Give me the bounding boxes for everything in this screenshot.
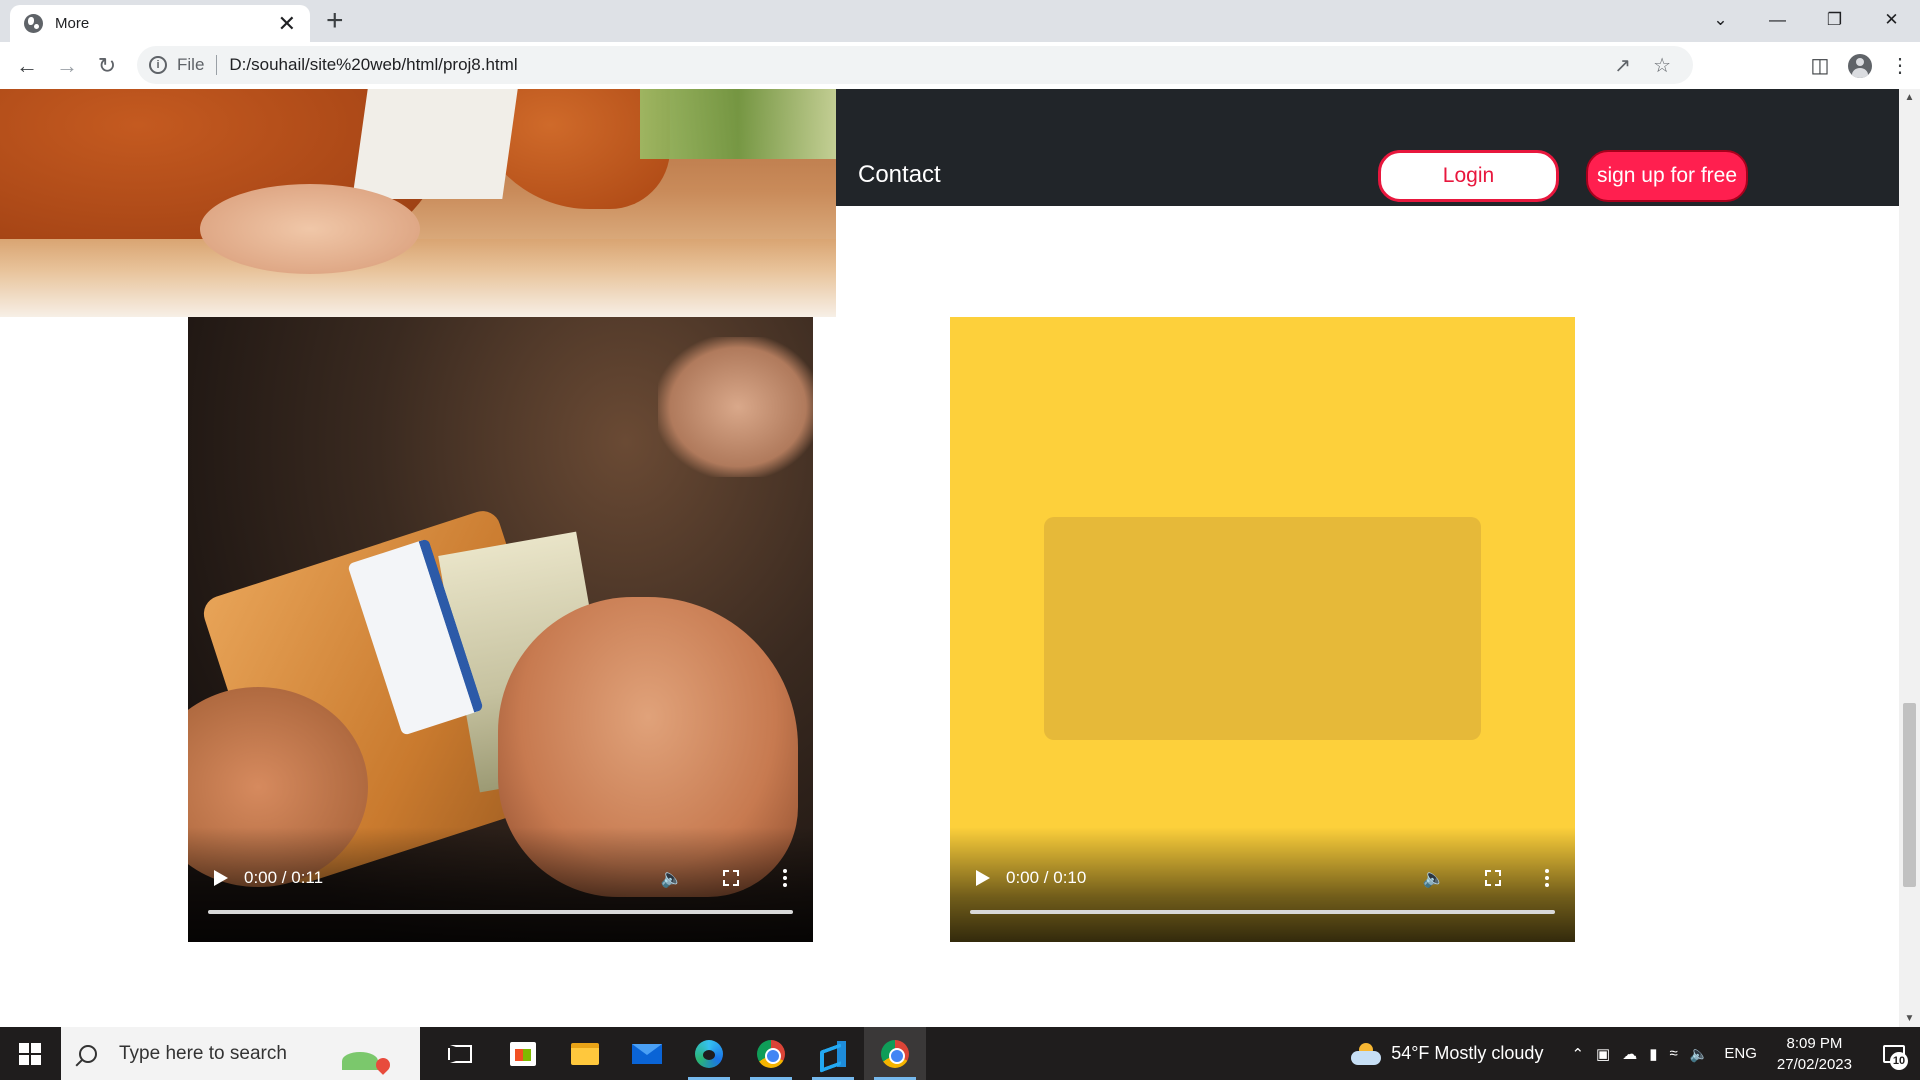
video-more-icon[interactable]: [1545, 869, 1549, 887]
meet-now-icon[interactable]: ▣: [1596, 1045, 1610, 1063]
chrome-icon[interactable]: [740, 1027, 802, 1080]
scrollbar-thumb[interactable]: [1903, 703, 1916, 887]
file-explorer-icon[interactable]: [554, 1027, 616, 1080]
task-view-icon[interactable]: [430, 1027, 492, 1080]
reload-icon[interactable]: ↻: [87, 46, 127, 86]
toolbar-right: ◫ ⋮: [1800, 42, 1920, 89]
microsoft-store-icon[interactable]: [492, 1027, 554, 1080]
video-time: 0:00 / 0:11: [244, 868, 324, 887]
language-indicator[interactable]: ENG: [1724, 1045, 1757, 1062]
wifi-icon[interactable]: ≈: [1669, 1045, 1677, 1062]
browser-tabstrip: More ✕ + ⌄ — ❐ ✕: [0, 0, 1920, 42]
volume-icon[interactable]: 🔈: [1423, 868, 1445, 889]
navbar: Contact Login sign up for free: [836, 89, 1899, 206]
url-text[interactable]: D:/souhail/site%20web/html/proj8.html: [229, 55, 1614, 75]
fullscreen-icon[interactable]: [723, 870, 739, 886]
taskbar: Type here to search 54°F Mostly cloudy ⌃…: [0, 1027, 1920, 1080]
hero-photo: [0, 89, 836, 317]
speaker-icon[interactable]: 🔈: [1690, 1045, 1709, 1063]
fullscreen-icon[interactable]: [1485, 870, 1501, 886]
url-scheme: File: [177, 55, 205, 74]
tab-title: More: [55, 15, 90, 32]
nav-link-contact[interactable]: Contact: [858, 161, 941, 189]
chevron-up-icon[interactable]: ⌃: [1571, 1045, 1584, 1063]
vscode-icon[interactable]: [802, 1027, 864, 1080]
tab-search-icon[interactable]: ⌄: [1692, 0, 1749, 40]
search-placeholder: Type here to search: [119, 1042, 287, 1064]
clock-date: 27/02/2023: [1776, 1055, 1852, 1073]
video-time: 0:00 / 0:10: [1006, 868, 1087, 887]
clock[interactable]: 8:09 PM 27/02/2023: [1777, 1033, 1852, 1075]
volume-icon[interactable]: 🔈: [661, 868, 683, 889]
mail-icon[interactable]: [616, 1027, 678, 1080]
edge-icon[interactable]: [678, 1027, 740, 1080]
browser-tab[interactable]: More ✕: [10, 5, 310, 42]
side-panel-icon[interactable]: ◫: [1800, 53, 1840, 78]
weather-text[interactable]: 54°F Mostly cloudy: [1391, 1043, 1543, 1064]
scroll-down-icon[interactable]: ▼: [1899, 1010, 1920, 1027]
search-icon: [79, 1044, 97, 1063]
notification-badge: 10: [1890, 1052, 1908, 1070]
notification-center-icon[interactable]: 10: [1874, 1027, 1914, 1080]
video-progress-bar[interactable]: [208, 910, 793, 914]
video-player-wallet[interactable]: 0:00 / 0:11 🔈: [188, 317, 813, 942]
page-scrollbar[interactable]: ▲ ▼: [1899, 89, 1920, 1027]
video-progress-bar[interactable]: [970, 910, 1555, 914]
video-controls: 0:00 / 0:10 🔈: [950, 827, 1575, 942]
forward-arrow-icon[interactable]: →: [47, 46, 87, 86]
tab-close-icon[interactable]: ✕: [278, 12, 296, 35]
login-button[interactable]: Login: [1378, 150, 1559, 202]
back-arrow-icon[interactable]: ←: [7, 46, 47, 86]
page-viewport: Contact Login sign up for free 0:00 / 0:…: [0, 89, 1899, 1027]
clock-time: 8:09 PM: [1786, 1034, 1843, 1052]
window-controls: ⌄ — ❐ ✕: [1692, 0, 1920, 40]
weather-cloud-icon[interactable]: [1351, 1042, 1382, 1065]
share-icon[interactable]: ↗: [1614, 53, 1631, 78]
taskbar-apps: [430, 1027, 926, 1080]
video-controls: 0:00 / 0:11 🔈: [188, 827, 813, 942]
new-tab-icon[interactable]: +: [326, 6, 344, 36]
minimize-icon[interactable]: —: [1749, 0, 1806, 40]
play-icon[interactable]: [976, 870, 990, 886]
scroll-up-icon[interactable]: ▲: [1899, 89, 1920, 106]
play-icon[interactable]: [214, 870, 228, 886]
onedrive-icon[interactable]: ☁: [1622, 1045, 1637, 1063]
profile-icon[interactable]: [1840, 53, 1880, 78]
video-player-yellow[interactable]: 0:00 / 0:10 🔈: [950, 317, 1575, 942]
info-icon[interactable]: i: [149, 56, 167, 74]
browser-toolbar: ← → ↻ i File D:/souhail/site%20web/html/…: [0, 42, 1920, 89]
video-more-icon[interactable]: [783, 869, 787, 887]
windows-start-icon[interactable]: [0, 1027, 60, 1080]
kebab-menu-icon[interactable]: ⋮: [1880, 53, 1920, 78]
address-bar[interactable]: i File D:/souhail/site%20web/html/proj8.…: [137, 46, 1693, 84]
battery-icon[interactable]: ▮: [1649, 1045, 1657, 1063]
restore-icon[interactable]: ❐: [1806, 0, 1863, 40]
signup-button[interactable]: sign up for free: [1586, 150, 1748, 202]
video-placeholder-shape: [1044, 517, 1481, 740]
chrome-active-icon[interactable]: [864, 1027, 926, 1080]
taskbar-search[interactable]: Type here to search: [61, 1027, 420, 1080]
bookmark-star-icon[interactable]: ☆: [1653, 53, 1671, 78]
close-window-icon[interactable]: ✕: [1863, 0, 1920, 40]
system-tray: 54°F Mostly cloudy ⌃ ▣ ☁ ▮ ≈ 🔈 ENG 8:09 …: [1351, 1027, 1920, 1080]
search-highlight-icon[interactable]: [340, 1034, 400, 1074]
url-separator: [216, 55, 218, 75]
globe-icon: [24, 14, 43, 33]
